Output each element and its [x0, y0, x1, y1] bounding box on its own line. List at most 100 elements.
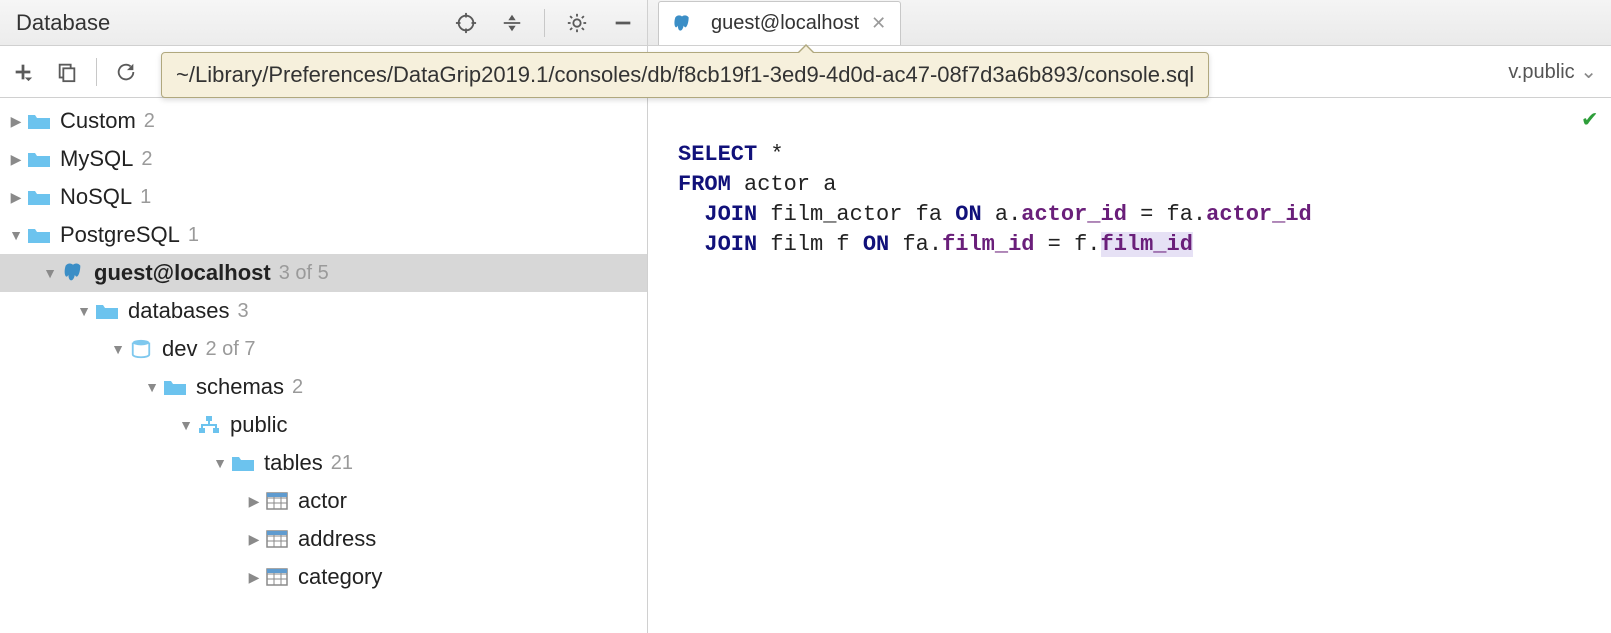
tree-label: public	[230, 412, 287, 438]
tree-label: Custom	[60, 108, 136, 134]
target-icon[interactable]	[452, 9, 480, 37]
tree-label: tables	[264, 450, 323, 476]
expand-arrow-icon[interactable]	[6, 189, 26, 206]
expand-arrow-icon[interactable]	[210, 455, 230, 471]
tree-node-tables[interactable]: tables 21	[0, 444, 647, 482]
expand-arrow-icon[interactable]	[40, 265, 60, 281]
tree-label: dev	[162, 336, 197, 362]
expand-arrow-icon[interactable]	[244, 531, 264, 548]
sql-text: fa.	[889, 232, 942, 257]
tooltip-text: ~/Library/Preferences/DataGrip2019.1/con…	[176, 62, 1194, 88]
tree-label: category	[298, 564, 382, 590]
folder-icon	[162, 376, 188, 398]
postgres-icon	[669, 13, 695, 35]
sql-column: actor_id	[1206, 202, 1312, 227]
refresh-icon[interactable]	[111, 57, 141, 87]
sql-keyword: JOIN	[704, 202, 757, 227]
table-icon	[264, 528, 290, 550]
sql-text: film_actor fa	[757, 202, 955, 227]
expand-arrow-icon[interactable]	[6, 151, 26, 168]
expand-arrow-icon[interactable]	[108, 341, 128, 357]
sql-keyword: SELECT	[678, 142, 757, 167]
folder-icon	[94, 300, 120, 322]
expand-arrow-icon[interactable]	[244, 569, 264, 586]
tree-node-schemas[interactable]: schemas 2	[0, 368, 647, 406]
tree-node-connection[interactable]: guest@localhost 3 of 5	[0, 254, 647, 292]
sql-text: actor a	[731, 172, 837, 197]
tree-label: MySQL	[60, 146, 133, 172]
expand-arrow-icon[interactable]	[176, 417, 196, 433]
sql-text: *	[757, 142, 783, 167]
tree-count: 3	[238, 300, 249, 323]
tree-label: schemas	[196, 374, 284, 400]
panel-header-actions	[452, 9, 637, 37]
duplicate-icon[interactable]	[52, 57, 82, 87]
sql-text: = fa.	[1127, 202, 1206, 227]
tree-node-public[interactable]: public	[0, 406, 647, 444]
expand-arrow-icon[interactable]	[74, 303, 94, 319]
sql-text: = f.	[1034, 232, 1100, 257]
sql-indent	[678, 202, 704, 227]
tab-title: guest@localhost	[711, 12, 859, 35]
sql-keyword: ON	[863, 232, 889, 257]
editor-tab[interactable]: guest@localhost ✕	[658, 1, 901, 45]
tree-node-table-actor[interactable]: actor	[0, 482, 647, 520]
panel-title: Database	[10, 10, 110, 36]
expand-arrow-icon[interactable]	[6, 227, 26, 243]
tree-node-mysql[interactable]: MySQL 2	[0, 140, 647, 178]
sql-text: a.	[982, 202, 1022, 227]
tree-label: NoSQL	[60, 184, 132, 210]
folder-icon	[26, 110, 52, 132]
tree-count: 1	[140, 186, 151, 209]
folder-icon	[230, 452, 256, 474]
sql-editor[interactable]: ✔ SELECT * FROM actor a JOIN film_actor f…	[648, 98, 1611, 633]
sql-column: film_id	[1101, 232, 1193, 257]
sql-keyword: JOIN	[704, 232, 757, 257]
postgres-icon	[60, 262, 86, 284]
expand-arrow-icon[interactable]	[6, 113, 26, 130]
folder-icon	[26, 186, 52, 208]
schema-selector[interactable]: v.public ⌄	[1508, 59, 1597, 84]
minimize-icon[interactable]	[609, 9, 637, 37]
sql-keyword: ON	[955, 202, 981, 227]
tree-count: 2 of 7	[205, 338, 255, 361]
expand-arrow-icon[interactable]	[142, 379, 162, 395]
sql-keyword: FROM	[678, 172, 731, 197]
tree-count: 2	[144, 110, 155, 133]
tree-node-nosql[interactable]: NoSQL 1	[0, 178, 647, 216]
sql-column: actor_id	[1021, 202, 1127, 227]
tree-node-table-address[interactable]: address	[0, 520, 647, 558]
sql-column: film_id	[942, 232, 1034, 257]
expand-arrow-icon[interactable]	[244, 493, 264, 510]
tree-count: 21	[331, 452, 353, 475]
table-icon	[264, 490, 290, 512]
editor-tabs: guest@localhost ✕	[648, 0, 1611, 46]
tree-count: 2	[141, 148, 152, 171]
separator	[96, 58, 97, 86]
tree-node-postgresql[interactable]: PostgreSQL 1	[0, 216, 647, 254]
tree-node-table-category[interactable]: category	[0, 558, 647, 596]
tree-label: guest@localhost	[94, 260, 271, 286]
tree-node-dev[interactable]: dev 2 of 7	[0, 330, 647, 368]
tree-count: 1	[188, 224, 199, 247]
collapse-divide-icon[interactable]	[498, 9, 526, 37]
tree-node-databases[interactable]: databases 3	[0, 292, 647, 330]
tree-count: 3 of 5	[279, 262, 329, 285]
tree-label: actor	[298, 488, 347, 514]
tree-count: 2	[292, 376, 303, 399]
tree-label: address	[298, 526, 376, 552]
tree-node-custom[interactable]: Custom 2	[0, 102, 647, 140]
close-icon[interactable]: ✕	[871, 13, 886, 34]
sql-text: film f	[757, 232, 863, 257]
inspection-ok-icon[interactable]: ✔	[1583, 106, 1597, 136]
chevron-down-icon: ⌄	[1580, 61, 1597, 83]
separator	[544, 9, 545, 37]
schema-selector-label: v.public	[1508, 61, 1574, 83]
table-icon	[264, 566, 290, 588]
sql-indent	[678, 232, 704, 257]
folder-icon	[26, 224, 52, 246]
folder-icon	[26, 148, 52, 170]
add-icon[interactable]	[8, 57, 38, 87]
gear-icon[interactable]	[563, 9, 591, 37]
database-tree[interactable]: Custom 2 MySQL 2 NoSQL 1 PostgreSQL 1	[0, 98, 647, 633]
